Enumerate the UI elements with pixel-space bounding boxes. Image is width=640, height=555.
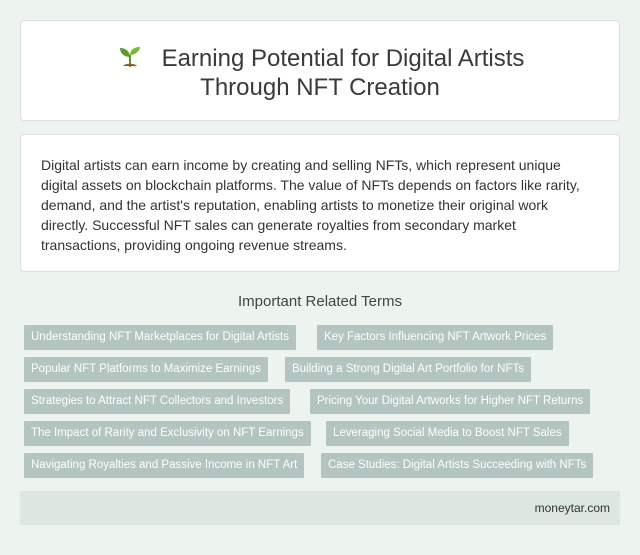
related-term-tag[interactable]: Pricing Your Digital Artworks for Higher… — [310, 389, 591, 414]
related-term-tag[interactable]: Leveraging Social Media to Boost NFT Sal… — [326, 421, 569, 446]
description-text: Digital artists can earn income by creat… — [41, 157, 580, 253]
title-card: Earning Potential for Digital Artists Th… — [20, 20, 620, 121]
related-term-tag[interactable]: The Impact of Rarity and Exclusivity on … — [24, 421, 311, 446]
related-term-tag[interactable]: Navigating Royalties and Passive Income … — [24, 453, 305, 478]
sprout-icon — [119, 47, 140, 67]
related-terms-heading: Important Related Terms — [238, 293, 402, 310]
page-title: Earning Potential for Digital Artists Th… — [71, 44, 569, 102]
related-term-tag[interactable]: Understanding NFT Marketplaces for Digit… — [24, 325, 296, 350]
footer-site-link[interactable]: moneytar.com — [535, 501, 610, 515]
related-term-tag[interactable]: Building a Strong Digital Art Portfolio … — [285, 357, 532, 382]
related-term-tag[interactable]: Strategies to Attract NFT Collectors and… — [24, 389, 291, 414]
related-term-tag[interactable]: Key Factors Influencing NFT Artwork Pric… — [317, 325, 554, 350]
description-card: Digital artists can earn income by creat… — [20, 134, 620, 272]
related-term-tag[interactable]: Popular NFT Platforms to Maximize Earnin… — [24, 357, 268, 382]
footer: moneytar.com — [20, 491, 620, 525]
page-title-text: Earning Potential for Digital Artists Th… — [161, 45, 525, 101]
related-term-tag[interactable]: Case Studies: Digital Artists Succeeding… — [321, 453, 594, 478]
